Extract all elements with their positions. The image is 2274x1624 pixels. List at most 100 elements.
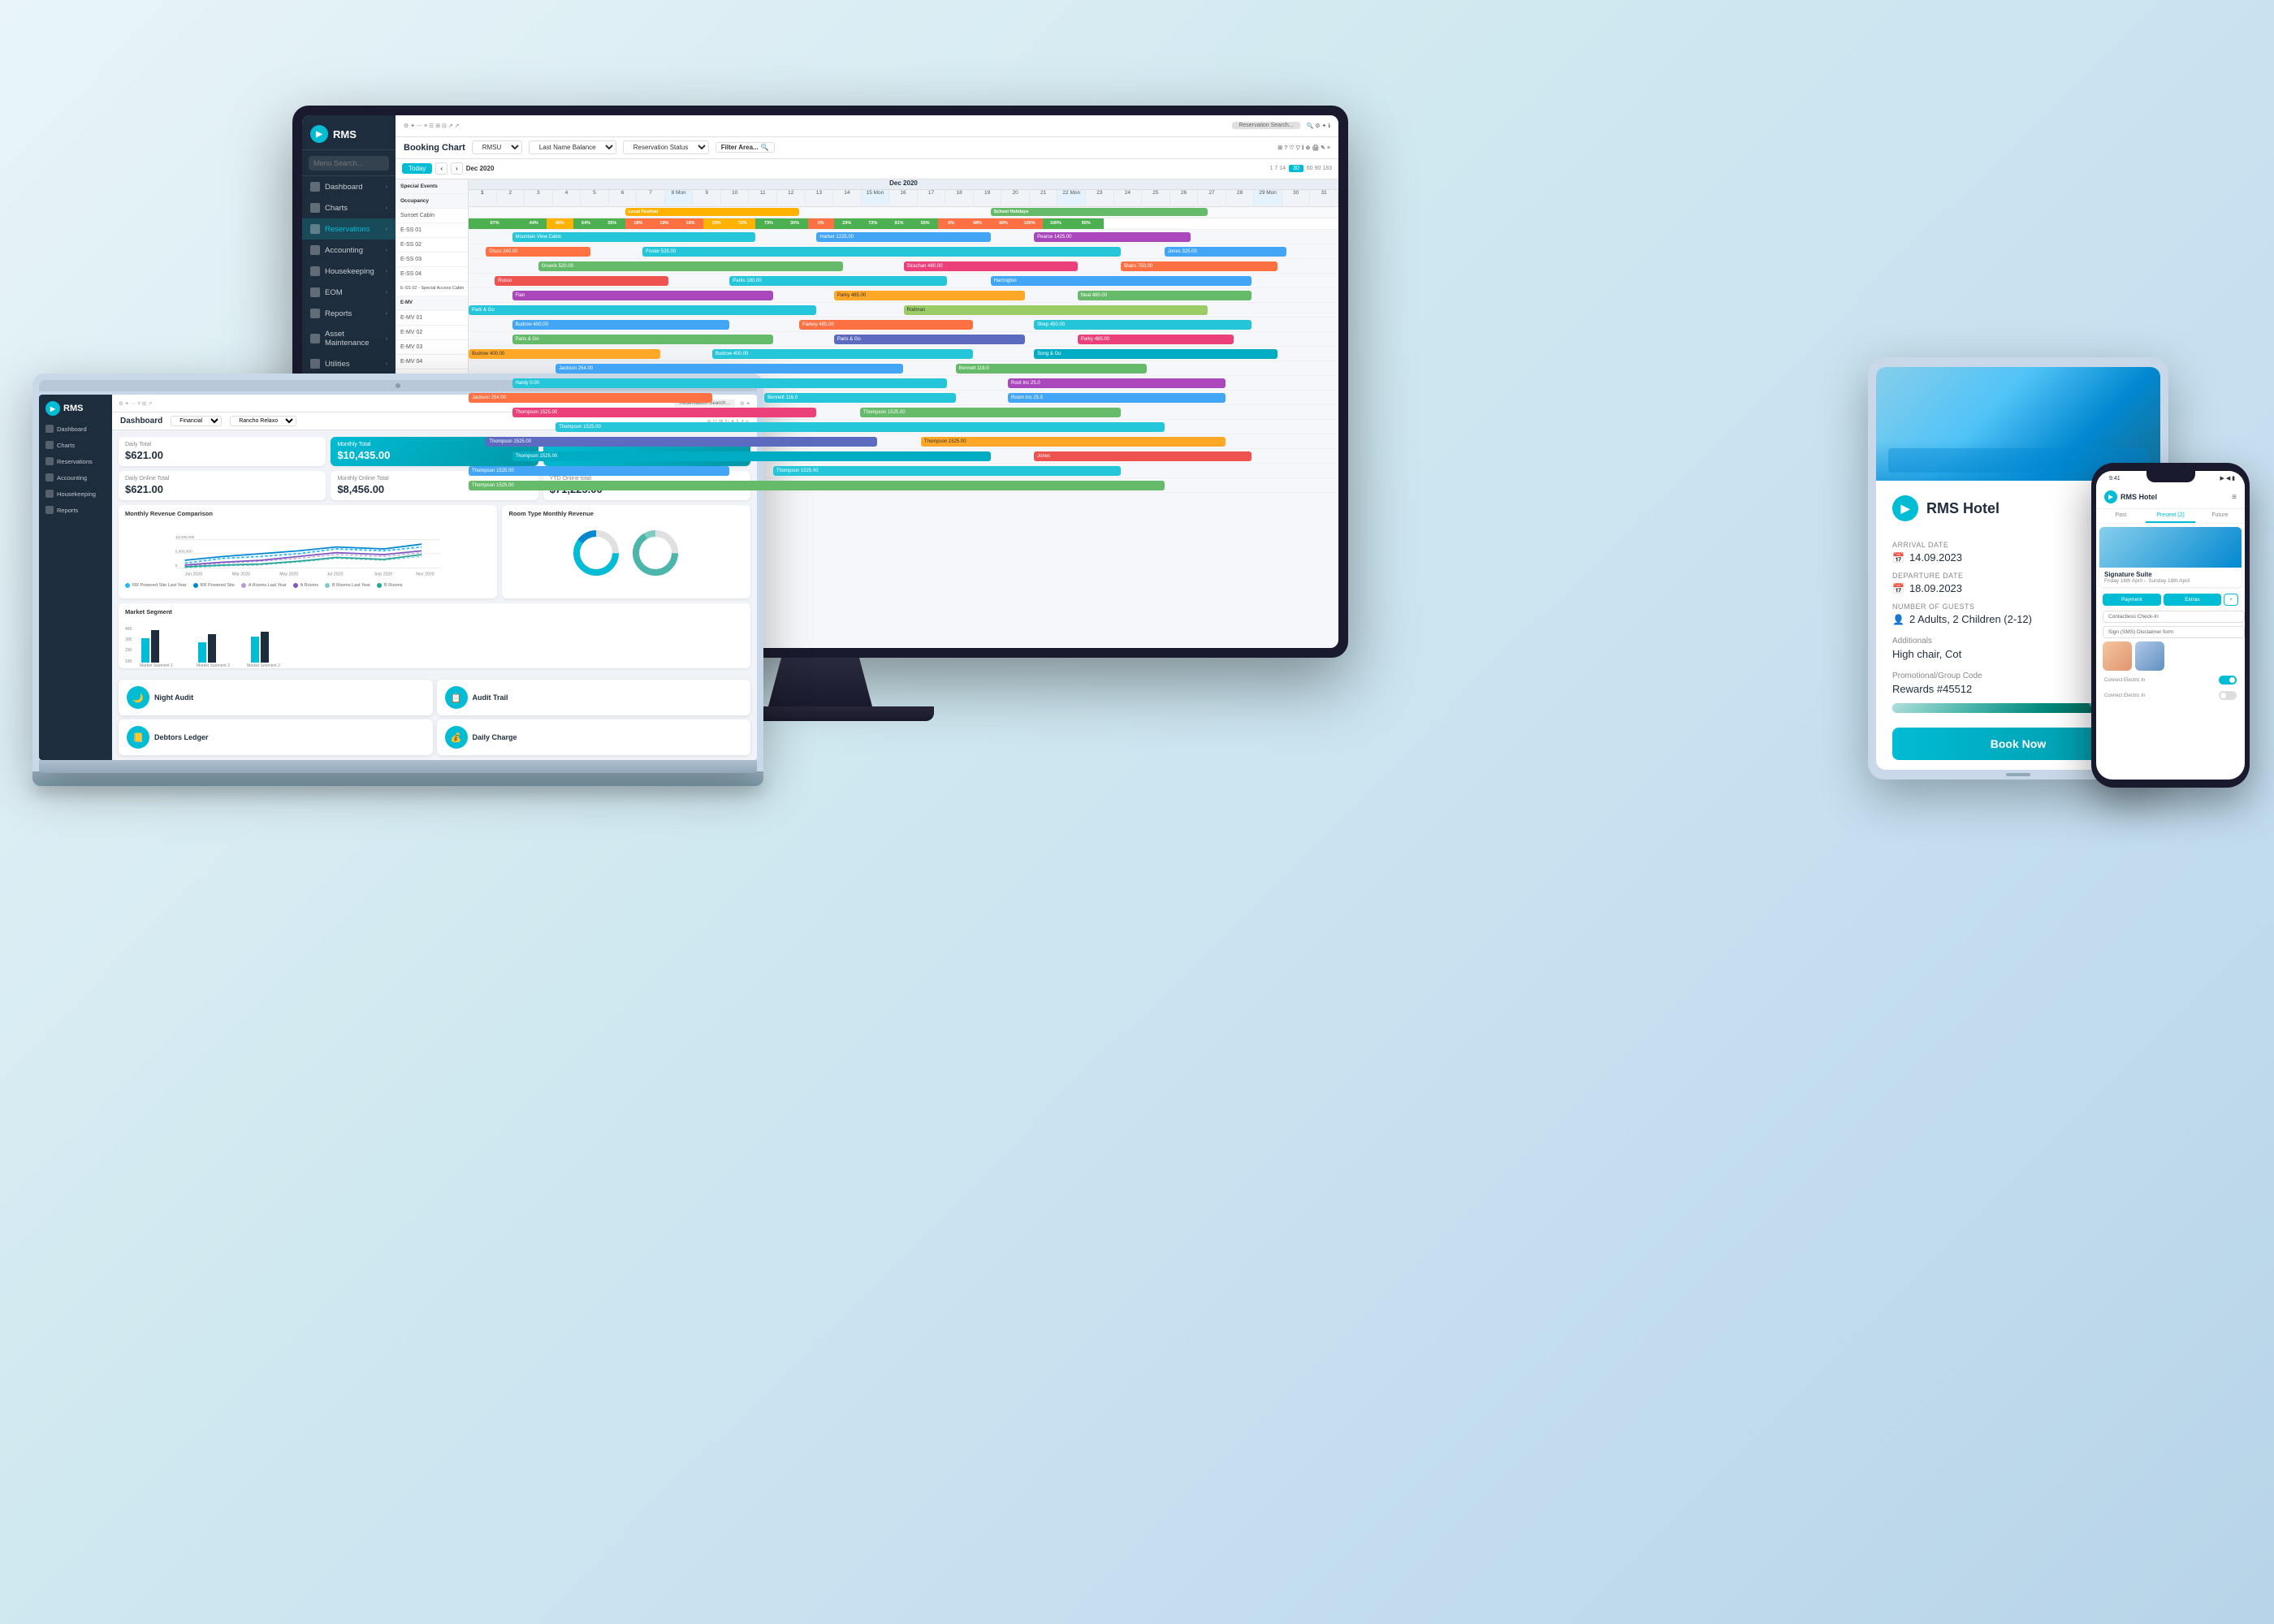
booking-bar-24[interactable]: Budrow 400.00: [469, 349, 660, 359]
phone-tab-present[interactable]: Present (2): [2146, 509, 2195, 523]
booking-bar-17[interactable]: Rodman: [904, 305, 1208, 315]
booking-bar-11[interactable]: Parks 180.00: [729, 276, 947, 286]
booking-bar-10[interactable]: Russo: [495, 276, 668, 286]
reservation-search[interactable]: Reservation Search...: [1232, 122, 1299, 129]
booking-bar-23[interactable]: Parky 485.00: [1078, 335, 1234, 344]
phone-person-1: [2103, 641, 2132, 671]
booking-bar-12[interactable]: Harrington: [991, 276, 1252, 286]
tablet-home-button[interactable]: [2006, 773, 2030, 776]
sidebar-item-housekeeping[interactable]: Housekeeping ›: [302, 261, 396, 282]
booking-bar-22[interactable]: Paris & Go: [834, 335, 1026, 344]
market-segment-title: Market Segment: [125, 608, 744, 615]
booking-bar-29[interactable]: Hardy 0.00: [512, 378, 948, 388]
lap-sidebar-charts[interactable]: Charts: [39, 437, 112, 453]
booking-bar-3[interactable]: Pearce 1425.00: [1034, 232, 1191, 242]
booking-bar-14[interactable]: Parky 485.00: [834, 291, 1026, 300]
occupancy-label: Occupancy: [396, 194, 468, 209]
booking-bar-6[interactable]: Jones 325.00: [1165, 247, 1286, 257]
sidebar-item-utilities[interactable]: Utilities ›: [302, 353, 396, 374]
sidebar-item-accounting[interactable]: Accounting ›: [302, 240, 396, 261]
booking-bar-20[interactable]: Shep 450.00: [1034, 320, 1252, 330]
phone-menu-icon[interactable]: ≡: [2232, 493, 2237, 502]
lap-reservations-icon: [45, 457, 54, 465]
daily-charge-button[interactable]: 💰 Daily Charge: [437, 719, 751, 755]
booking-bar-32[interactable]: Bennett 116.0: [764, 393, 956, 403]
calendar-icon-1: 📅: [1892, 552, 1904, 564]
lap-sidebar-housekeeping[interactable]: Housekeeping: [39, 486, 112, 502]
booking-bar-26[interactable]: Song & Go: [1034, 349, 1278, 359]
audit-trail-label: Audit Trail: [473, 693, 508, 702]
prev-button[interactable]: ‹: [435, 162, 447, 175]
lap-sidebar-dashboard[interactable]: Dashboard: [39, 421, 112, 437]
booking-bar-1[interactable]: Mountain View Cabin: [512, 232, 756, 242]
lap-sidebar-accounting[interactable]: Accounting: [39, 469, 112, 486]
booking-bar-30[interactable]: Root Inc 25.0: [1008, 378, 1226, 388]
booking-bar-13[interactable]: Flan: [512, 291, 773, 300]
property-select[interactable]: RMSU: [472, 140, 522, 154]
booking-bar-4[interactable]: Disco 240.00: [486, 247, 590, 257]
booking-bar-8[interactable]: Strachan 480.00: [904, 261, 1078, 271]
booking-bar-39[interactable]: Thompson 1525.00: [512, 451, 991, 461]
extras-button[interactable]: Extras: [2164, 594, 2222, 606]
sidebar-item-charts[interactable]: Charts ›: [302, 197, 396, 218]
booking-bar-7[interactable]: Grueck 520.00: [538, 261, 843, 271]
filter-area[interactable]: Filter Area... 🔍: [715, 142, 775, 153]
booking-bar-16[interactable]: Park & Go: [469, 305, 816, 315]
booking-bar-33[interactable]: Room Inc 25.5: [1008, 393, 1226, 403]
booking-bar-31[interactable]: Jackson 254.00: [469, 393, 712, 403]
payment-button[interactable]: Payment: [2103, 594, 2161, 606]
balance-filter-select[interactable]: Last Name Balance: [529, 140, 616, 154]
sidebar-item-reservations[interactable]: Reservations ›: [302, 218, 396, 240]
booking-bar-42[interactable]: Thompson 1525.00: [773, 466, 1121, 476]
booking-bar-34[interactable]: Thompson 1525.00: [512, 408, 817, 417]
booking-bar-2[interactable]: Harber 1225.00: [816, 232, 990, 242]
emv04-label: E-MV 04: [396, 355, 468, 369]
laptop-frame: ▶ RMS Dashboard Charts Reservations: [32, 374, 763, 771]
booking-bar-15[interactable]: Neal 480.00: [1078, 291, 1252, 300]
lap-sidebar-reservations[interactable]: Reservations: [39, 453, 112, 469]
booking-bar-43[interactable]: Thompson 1525.00: [469, 481, 1165, 490]
booking-bar-19[interactable]: Parkey 485.00: [799, 320, 973, 330]
sign-disclaimer-button[interactable]: Sign (SMS) Disclaimer form: [2103, 626, 2245, 638]
audit-trail-button[interactable]: 📋 Audit Trail: [437, 680, 751, 715]
sidebar-item-asset-maintenance[interactable]: Asset Maintenance ›: [302, 324, 396, 353]
phone-tab-future[interactable]: Future: [2195, 509, 2245, 523]
phone-tab-past[interactable]: Past: [2096, 509, 2146, 523]
menu-search-input[interactable]: [309, 156, 389, 171]
booking-bar-9[interactable]: Blairs 750.00: [1121, 261, 1278, 271]
toggle-2[interactable]: [2219, 691, 2237, 700]
booking-bar-28[interactable]: Bennett 116.0: [956, 364, 1148, 374]
donut-1: [570, 527, 623, 580]
booking-bar-37[interactable]: Thompson 1525.00: [486, 437, 877, 447]
status-filter-select[interactable]: Reservation Status: [623, 140, 709, 154]
booking-bar-40[interactable]: Jones: [1034, 451, 1252, 461]
toggle-1[interactable]: [2219, 676, 2237, 685]
market-segment-chart: Market Segment 400 300 200 100: [119, 603, 750, 668]
booking-bar-36[interactable]: Thompson 1525.00: [556, 422, 1165, 432]
svg-text:100: 100: [125, 659, 132, 664]
booking-bar-18[interactable]: Budrow 400.00: [512, 320, 730, 330]
laptop-filter-select[interactable]: Financial: [171, 416, 222, 426]
sunset-cabin-label: Sunset Cabin: [396, 209, 468, 223]
daily-total-value: $621.00: [125, 449, 319, 461]
sidebar-item-reports[interactable]: Reports ›: [302, 303, 396, 324]
contactless-checkin-button[interactable]: Contactless Check-In: [2103, 611, 2245, 623]
debtors-ledger-button[interactable]: 📒 Debtors Ledger: [119, 719, 433, 755]
booking-bar-35[interactable]: Thompson 1525.00: [860, 408, 1121, 417]
lap-sidebar-reports[interactable]: Reports: [39, 502, 112, 518]
booking-bar-25[interactable]: Budrow 400.00: [712, 349, 973, 359]
booking-bar-21[interactable]: Paris & Go: [512, 335, 773, 344]
monitor-search[interactable]: [302, 150, 396, 176]
next-button[interactable]: ›: [451, 162, 463, 175]
booking-bar-27[interactable]: Jackson 254.00: [556, 364, 903, 374]
booking-bar-41[interactable]: Thompson 1525.00: [469, 466, 729, 476]
laptop-property-select[interactable]: Rancho Relaxo: [230, 416, 296, 426]
sidebar-item-eom[interactable]: EOM ›: [302, 282, 396, 303]
sidebar-item-dashboard[interactable]: Dashboard ›: [302, 176, 396, 197]
booking-bar-5[interactable]: Foster 525.00: [642, 247, 1121, 257]
night-audit-button[interactable]: 🌙 Night Audit: [119, 680, 433, 715]
today-button[interactable]: Today: [402, 163, 432, 174]
close-button[interactable]: ×: [2224, 594, 2238, 606]
ess02-row: Grueck 520.00 Strachan 480.00 Blairs 750…: [469, 259, 1338, 274]
booking-bar-38[interactable]: Thompson 1525.00: [921, 437, 1226, 447]
